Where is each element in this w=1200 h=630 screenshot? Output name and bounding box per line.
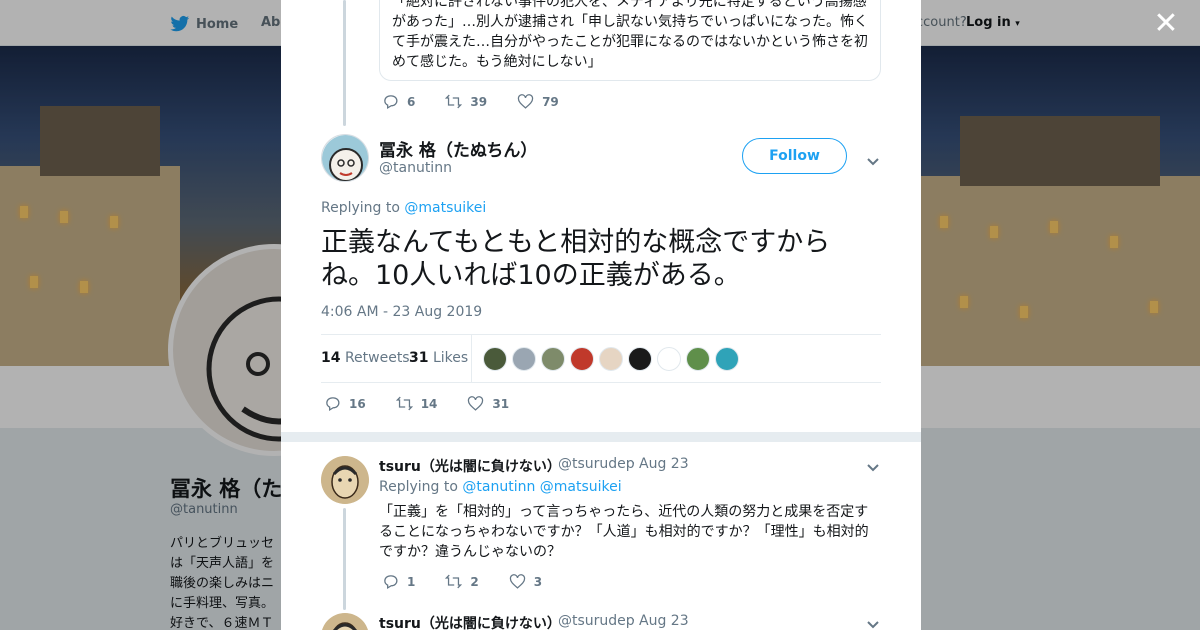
reply-button[interactable]: 16 (324, 395, 366, 412)
retweet-count: 39 (470, 94, 488, 109)
author-name[interactable]: 冨永 格（たぬちん） (379, 136, 537, 161)
reply-icon (384, 95, 398, 110)
retweet-count: 14 (420, 396, 438, 411)
author-avatar[interactable] (321, 134, 369, 182)
reply-author-name[interactable]: tsuru（光は闇に負けない） (379, 456, 561, 476)
main-tweet-header: 冨永 格（たぬちん） @tanutinn Follow (321, 134, 881, 184)
chevron-down-icon[interactable] (866, 615, 880, 629)
reply-date[interactable]: Aug 23 (639, 613, 689, 629)
likes-stat[interactable]: 31 Likes (409, 350, 468, 366)
reply-replying-to: Replying to @tanutinn @matsuikei (379, 479, 622, 495)
heart-icon (517, 94, 534, 109)
retweets-stat[interactable]: 14 Retweets (321, 350, 410, 366)
retweet-button[interactable]: 14 (395, 395, 438, 412)
reply-count: 1 (407, 574, 416, 589)
reply-button[interactable]: 6 (382, 93, 415, 110)
replying-to-link[interactable]: @matsuikei (404, 200, 486, 216)
liker-avatar[interactable] (512, 347, 536, 371)
retweet-count: 2 (470, 574, 479, 589)
liker-avatar[interactable] (599, 347, 623, 371)
liker-avatar[interactable] (483, 347, 507, 371)
reply-text: 「正義」を「相対的」って言っちゃったら、近代の人類の努力と成果を否定することにな… (379, 504, 869, 560)
retweets-stat-count: 14 (321, 350, 341, 366)
liker-avatar[interactable] (686, 347, 710, 371)
liker-avatar[interactable] (541, 347, 565, 371)
reply-avatar[interactable] (321, 613, 369, 630)
retweet-button[interactable]: 39 (445, 93, 487, 110)
like-count: 79 (542, 94, 559, 109)
retweet-icon (445, 94, 463, 109)
main-tweet-text: 正義なんてもともと相対的な概念ですからね。10人いれば10の正義がある。 (321, 227, 831, 291)
tweet-stats: 14 Retweets 31 Likes (321, 334, 881, 383)
likes-stat-count: 31 (409, 350, 429, 366)
retweets-stat-label: Retweets (344, 350, 410, 366)
reply-date-separator: · (631, 613, 636, 629)
liker-avatar[interactable] (628, 347, 652, 371)
main-tweet-actions: 16 14 31 (324, 395, 539, 412)
likes-stat-label: Likes (432, 350, 469, 366)
chevron-down-icon[interactable] (866, 152, 880, 166)
like-count: 3 (533, 574, 543, 589)
liker-avatar[interactable] (657, 347, 681, 371)
stats-divider (471, 335, 472, 382)
reply-icon (384, 575, 398, 590)
close-icon[interactable]: ✕ (1152, 9, 1180, 39)
heart-icon (509, 574, 525, 589)
quoted-tweet-text: 「絶対に許されない事件の犯人を、メディアより先に特定するという高揚感があった」…… (392, 0, 868, 70)
like-button[interactable]: 31 (467, 395, 509, 412)
section-divider (281, 432, 921, 442)
liker-avatar[interactable] (570, 347, 594, 371)
like-count: 31 (492, 396, 510, 411)
reply-author-handle[interactable]: @tsurudep (558, 613, 635, 629)
retweet-button[interactable]: 2 (445, 573, 479, 590)
tweet-timestamp[interactable]: 4:06 AM - 23 Aug 2019 (321, 304, 482, 320)
retweet-icon (445, 574, 463, 589)
reply-button[interactable]: 1 (382, 573, 415, 590)
reply-count: 6 (407, 94, 416, 109)
like-button[interactable]: 79 (517, 93, 559, 110)
reply-count: 16 (349, 396, 366, 411)
replying-to-links[interactable]: @tanutinn @matsuikei (462, 479, 621, 495)
replying-to-prefix: Replying to (379, 479, 458, 495)
replying-to-prefix: Replying to (321, 200, 400, 216)
tweet-modal: 「絶対に許されない事件の犯人を、メディアより先に特定するという高揚感があった」…… (281, 0, 921, 630)
reply-date-separator: · (631, 456, 636, 472)
reply-author-name[interactable]: tsuru（光は闇に負けない） (379, 613, 561, 630)
reply-author-handle[interactable]: @tsurudep (558, 456, 635, 472)
reply-avatar[interactable] (321, 456, 369, 504)
reply-date[interactable]: Aug 23 (639, 456, 689, 472)
retweet-icon (395, 396, 413, 411)
liker-avatar[interactable] (715, 347, 739, 371)
chevron-down-icon[interactable] (866, 458, 880, 472)
reply-icon (326, 397, 340, 412)
author-handle[interactable]: @tanutinn (379, 160, 452, 176)
quoted-tweet-actions: 6 39 79 (382, 93, 589, 110)
reply-tweet-actions: 1 2 3 (382, 573, 572, 590)
reply-tweet[interactable]: tsuru（光は闇に負けない） @tsurudep · Aug 23 (321, 613, 881, 630)
replying-to: Replying to @matsuikei (321, 200, 486, 216)
thread-line (343, 0, 346, 126)
like-button[interactable]: 3 (509, 573, 542, 590)
likers-avatars (483, 347, 739, 371)
follow-button[interactable]: Follow (742, 138, 847, 174)
heart-icon (468, 396, 484, 411)
quoted-tweet[interactable]: 「絶対に許されない事件の犯人を、メディアより先に特定するという高揚感があった」…… (379, 0, 881, 81)
